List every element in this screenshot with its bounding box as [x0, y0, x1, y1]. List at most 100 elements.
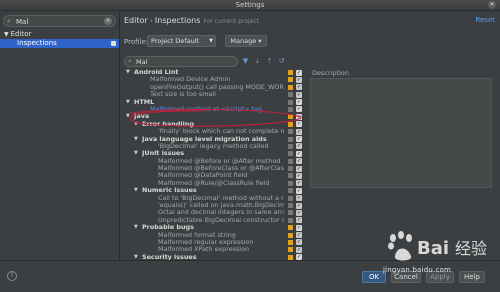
close-icon[interactable]: ✕ — [488, 1, 496, 9]
profile-dropdown[interactable]: Project Default ▼ — [147, 35, 216, 47]
enabled-checkbox[interactable]: ✓ — [296, 180, 302, 187]
inspection-label: Numeric issues — [142, 187, 197, 195]
inspection-row[interactable]: Call to 'BigDecimal' method without a ro… — [124, 195, 306, 202]
manage-button[interactable]: Manage ▾ — [225, 35, 267, 47]
inspection-row[interactable]: Malformed regular expression ✓ — [124, 239, 306, 246]
inspection-row[interactable]: Malformed @DataPoint field ✓ — [124, 172, 306, 179]
inspection-group-row[interactable]: ▼ Numeric issues ✓ — [124, 187, 306, 194]
enabled-checkbox[interactable]: ✓ — [296, 224, 302, 231]
enabled-checkbox[interactable]: ✓ — [296, 84, 302, 91]
help-button[interactable]: Help — [459, 271, 485, 283]
title-bar: Settings ✕ — [0, 0, 500, 11]
inspection-row[interactable]: Malformed @BeforeClass or @AfterClass m ✓ — [124, 165, 306, 172]
cancel-button[interactable]: Cancel — [391, 271, 421, 283]
inspection-group-row[interactable]: ▼ HTML ✓ — [124, 99, 306, 106]
severity-indicator — [288, 180, 293, 186]
project-scope-hint: For current project — [203, 18, 260, 25]
inspection-group-row[interactable]: ▼ JUnit issues ✓ — [124, 150, 306, 157]
ok-button[interactable]: OK — [362, 271, 386, 283]
enabled-checkbox[interactable]: ✓ — [296, 113, 302, 120]
expand-arrow-icon[interactable]: ▼ — [134, 187, 138, 194]
inspection-row[interactable]: Malformed format string ✓ — [124, 232, 306, 239]
inspection-search-input[interactable] — [136, 58, 216, 66]
inspection-row[interactable]: Malformed XPath expression ✓ — [124, 246, 306, 253]
enabled-checkbox[interactable]: ✓ — [296, 69, 302, 76]
enabled-checkbox[interactable]: ✓ — [296, 209, 302, 216]
enabled-checkbox[interactable]: ✓ — [296, 158, 302, 165]
breadcrumb-editor: Editor — [124, 16, 148, 25]
enabled-checkbox[interactable]: ✓ — [296, 232, 302, 239]
enabled-checkbox[interactable]: ✓ — [296, 128, 302, 135]
inspection-group-row[interactable]: ▼ Java language level migration aids ✓ — [124, 136, 306, 143]
severity-indicator — [288, 158, 293, 164]
filter-icon[interactable]: ▼ — [241, 57, 250, 66]
expand-arrow-icon[interactable]: ▼ — [126, 113, 130, 120]
inspection-search-box[interactable]: ⌕ — [124, 56, 238, 67]
tree-item-inspections[interactable]: Inspections — [0, 39, 119, 48]
inspection-row[interactable]: Unpredictable BigDecimal constructor cal… — [124, 217, 306, 224]
expand-arrow-icon[interactable]: ▼ — [134, 136, 138, 143]
inspection-label: Probable bugs — [142, 224, 194, 232]
tree-item-inspections-label: Inspections — [17, 39, 57, 47]
inspection-label: Malformed @Before or @After method — [158, 157, 281, 165]
apply-button[interactable]: Apply — [426, 271, 454, 283]
inspection-row[interactable]: Malformed content of <script> tag ✓ — [124, 106, 306, 113]
description-label: Description — [312, 69, 350, 77]
enabled-checkbox[interactable]: ✓ — [296, 195, 302, 202]
expand-arrow-icon[interactable]: ▼ — [134, 224, 138, 231]
inspection-label: Malformed @DataPoint field — [158, 172, 248, 180]
inspection-row[interactable]: 'equals()' called on java.math.BigDecima… — [124, 202, 306, 209]
inspection-label: Malformed @Rule/@ClassRule field — [158, 179, 270, 187]
enabled-checkbox[interactable]: ✓ — [296, 150, 302, 157]
inspection-row[interactable]: Text size is too small ✓ — [124, 91, 306, 98]
inspection-group-row[interactable]: ▼ Probable bugs ✓ — [124, 224, 306, 231]
expand-arrow-icon[interactable]: ▼ — [126, 99, 130, 106]
inspection-label: Malformed content of <script> tag — [150, 105, 262, 113]
enabled-checkbox[interactable]: ✓ — [296, 143, 302, 150]
enabled-checkbox[interactable]: ✓ — [296, 106, 302, 113]
enabled-checkbox[interactable]: ✓ — [296, 165, 302, 172]
inspection-row[interactable]: 'BigDecimal' legacy method called ✓ — [124, 143, 306, 150]
inspection-label: Android Lint — [134, 69, 179, 76]
enabled-checkbox[interactable]: ✓ — [296, 76, 302, 83]
enabled-checkbox[interactable]: ✓ — [296, 187, 302, 194]
expand-arrow-icon[interactable]: ▼ — [126, 69, 130, 76]
reset-link[interactable]: Reset — [475, 16, 495, 24]
inspection-row[interactable]: openFileOutput() call passing MODE_WORLD… — [124, 84, 306, 91]
help-question-icon[interactable]: ? — [7, 271, 17, 281]
inspection-row[interactable]: 'finally' block which can not complete n… — [124, 128, 306, 135]
reset-to-default-icon[interactable]: ↺ — [277, 57, 286, 66]
enabled-checkbox[interactable]: ✓ — [296, 121, 302, 128]
search-icon: ⌕ — [7, 17, 11, 25]
inspection-row[interactable]: Malformed Device Admin ✓ — [124, 76, 306, 83]
inspection-row[interactable]: Octal and decimal integers in same array… — [124, 209, 306, 216]
clear-search-icon[interactable]: ✕ — [104, 17, 112, 25]
inspection-group-row[interactable]: ▼ Error handling ✓ — [124, 121, 306, 128]
enabled-checkbox[interactable]: ✓ — [296, 202, 302, 209]
enabled-checkbox[interactable]: ✓ — [296, 91, 302, 98]
inspection-row[interactable]: Malformed @Rule/@ClassRule field ✓ — [124, 180, 306, 187]
severity-indicator — [288, 143, 293, 149]
expand-arrow-icon[interactable]: ▼ — [134, 150, 138, 157]
settings-search-box[interactable]: ⌕ ✕ — [3, 15, 116, 27]
collapse-all-icon[interactable]: ⇡ — [265, 57, 274, 66]
inspection-group-row[interactable]: ▼ Android Lint ✓ — [124, 69, 306, 76]
enabled-checkbox[interactable]: ✓ — [296, 172, 302, 179]
enabled-checkbox[interactable]: ✓ — [296, 246, 302, 253]
severity-indicator — [288, 173, 293, 179]
enabled-checkbox[interactable]: ✓ — [296, 99, 302, 106]
dialog-button-bar: ? OK Cancel Apply Help — [0, 260, 500, 292]
inspection-group-row[interactable]: ▼ Java ✓ — [124, 113, 306, 120]
settings-search-input[interactable] — [16, 17, 104, 26]
severity-indicator — [288, 203, 293, 209]
breadcrumb: Editor › Inspections For current project — [124, 16, 259, 25]
severity-indicator — [288, 232, 293, 238]
enabled-checkbox[interactable]: ✓ — [296, 136, 302, 143]
enabled-checkbox[interactable]: ✓ — [296, 217, 302, 224]
enabled-checkbox[interactable]: ✓ — [296, 239, 302, 246]
tree-item-editor[interactable]: ▼ Editor — [4, 30, 31, 38]
inspection-row[interactable]: Malformed @Before or @After method ✓ — [124, 158, 306, 165]
expand-all-icon[interactable]: ⇣ — [253, 57, 262, 66]
manage-label: Manage — [230, 37, 257, 45]
expand-arrow-icon[interactable]: ▼ — [134, 121, 138, 128]
